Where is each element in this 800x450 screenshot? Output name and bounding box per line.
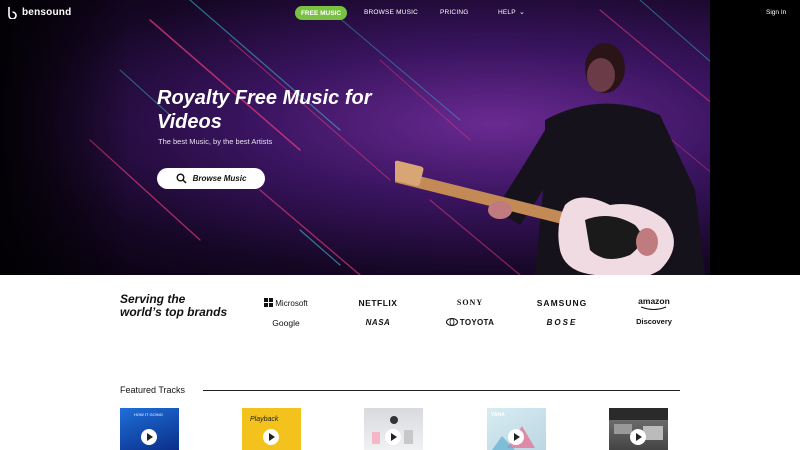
track-card[interactable] [609,408,668,450]
bose-logo: BOSE [546,318,578,327]
sony-logo: SONY [456,298,484,307]
guitarist-illustration [395,43,705,275]
nav-help-link[interactable]: HELP [498,9,516,16]
hero-banner [0,0,800,275]
hero-shade-left [0,0,130,275]
chevron-down-icon[interactable]: ⌄ [519,8,525,16]
samsung-logo: SAMSUNG [536,298,588,308]
nav-pricing-link[interactable]: PRICING [440,9,469,16]
netflix-logo: NETFLIX [358,298,398,308]
track-thumb-text: HOW IT GOING [134,412,163,417]
amazon-smile-icon [640,306,667,310]
brands-heading: Serving the world’s top brands [120,292,228,319]
track-card[interactable]: Playback [242,408,301,450]
sign-in-link[interactable]: Sign In [766,9,786,16]
browse-music-button[interactable]: Browse Music [157,168,265,189]
hero-subtitle: The best Music, by the best Artists [158,137,273,146]
play-icon[interactable] [263,429,279,445]
bensound-logo-icon [8,7,17,19]
nasa-logo: NASA [365,318,391,327]
track-card[interactable]: YANA [487,408,546,450]
nav-free-music-button[interactable]: FREE MUSIC [295,6,347,20]
featured-tracks-heading: Featured Tracks [120,385,186,395]
hero-title: Royalty Free Music for Videos [157,87,372,133]
play-icon[interactable] [385,429,401,445]
browse-music-label: Browse Music [192,174,247,183]
toyota-logo: TOYOTA [430,318,510,327]
logo-text: bensound [22,7,72,18]
amazon-logo: amazon [638,296,670,306]
play-icon[interactable] [508,429,524,445]
nav-browse-music-link[interactable]: BROWSE MUSIC [364,9,418,16]
track-card[interactable]: HOW IT GOING [120,408,179,450]
microsoft-logo: Microsoft [246,298,326,308]
microsoft-windows-icon [264,298,274,307]
toyota-emblem-icon [445,318,458,326]
top-navigation: bensound FREE MUSIC BROWSE MUSIC PRICING… [0,0,800,26]
track-card[interactable] [364,408,423,450]
discovery-logo: Discovery [636,317,672,326]
track-thumb-text: Playback [250,416,279,423]
play-icon[interactable] [630,429,646,445]
play-icon[interactable] [141,429,157,445]
google-logo: Google [272,318,300,328]
search-icon [176,173,187,184]
featured-divider [203,390,680,391]
bensound-logo[interactable]: bensound [7,6,71,19]
